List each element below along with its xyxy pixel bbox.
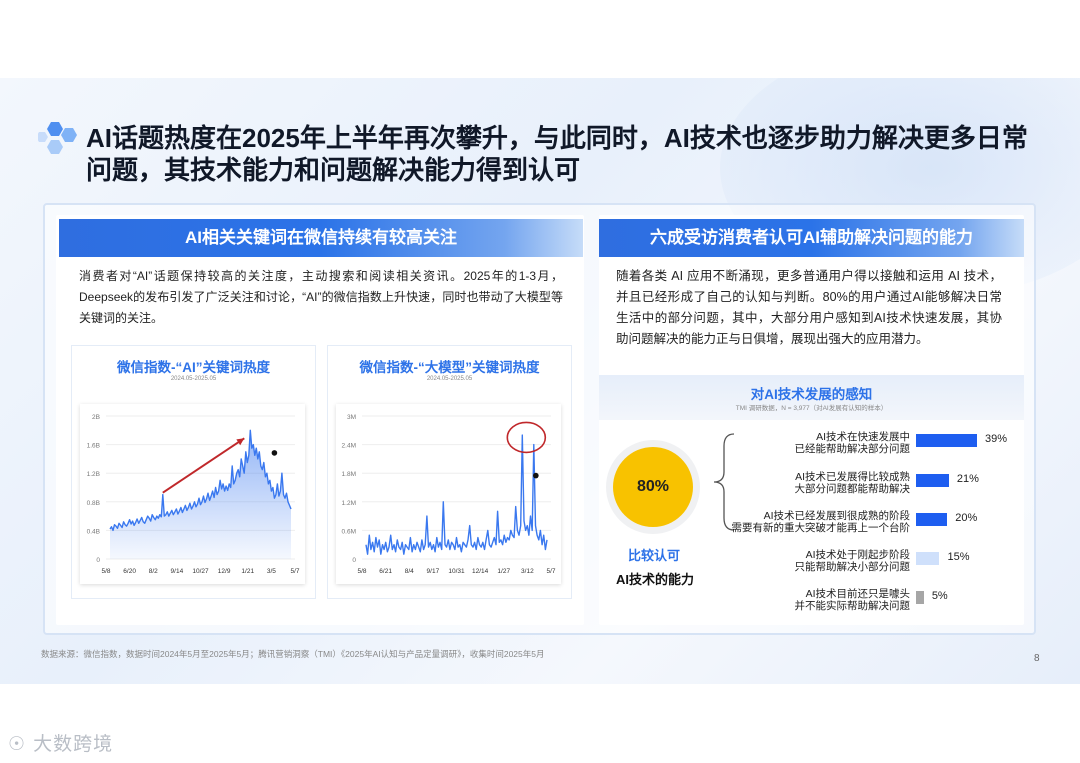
- bar-value-label: 5%: [931, 590, 948, 602]
- x-tick-label: 3/12: [521, 568, 534, 575]
- llm-index-chart-frame: 0 0.6M 1.2M 1.8M 2.4M 3M 5/8 6/21 8/4 9/17 10/31 12…: [336, 404, 561, 584]
- bar-value: [916, 434, 977, 447]
- y-tick-label: 0.8B: [87, 500, 100, 507]
- bar-category-label: AI技术已发展得比较成熟 大部分问题都能帮助解决: [794, 471, 911, 495]
- bar-category-label: AI技术处于刚起步阶段 只能帮助解决小部分问题: [794, 549, 911, 573]
- watermark-text: 大数跨境: [33, 734, 114, 755]
- x-tick-label: 3/5: [267, 568, 276, 575]
- ai-index-chart-frame: 0 0.4B 0.8B 1.2B 1.6B 2B 5/8 6/20 8/2 9/14 10/27 12…: [80, 404, 305, 584]
- x-tick-label: 8/4: [405, 568, 414, 575]
- x-tick-label: 5/8: [101, 568, 110, 575]
- bar-category-label: AI技术已经发展到很成熟的阶段 需要有新的重大突破才能再上一个台阶: [731, 510, 911, 534]
- approval-circle: 80%: [613, 447, 693, 527]
- right-panel-text: 随着各类 AI 应用不断涌现，更多普通用户得以接触和运用 AI 技术，并且已经形…: [616, 269, 1002, 346]
- llm-index-subtitle: 2024.05-2025.05: [426, 376, 473, 382]
- x-tick-label: 12/14: [472, 568, 489, 575]
- series-line: [365, 434, 548, 555]
- x-tick-label: 6/21: [379, 568, 392, 575]
- bar-value-label: 15%: [947, 551, 970, 563]
- series-area: [110, 430, 291, 559]
- y-tick-label: 0.4B: [87, 528, 100, 535]
- x-tick-label: 1/21: [241, 568, 254, 575]
- x-tick-label: 1/27: [497, 568, 510, 575]
- approval-label: 比较认可: [628, 548, 681, 563]
- bar-category-label: AI技术在快速发展中 已经能帮助解决部分问题: [794, 431, 911, 455]
- perception-title: 对AI技术发展的感知: [750, 387, 873, 402]
- hexagon-logo-icon: [38, 122, 77, 154]
- watermark: ☉ 大数跨境: [8, 729, 113, 756]
- perception-subtitle: TMI 调研数据，N = 3,977（对AI发展有认知的样本）: [735, 405, 888, 412]
- llm-index-title: 微信指数-“大模型”关键词热度: [359, 360, 540, 375]
- x-tick-label: 5/8: [357, 568, 366, 575]
- x-tick-label: 5/7: [546, 568, 555, 575]
- bar-value: [916, 474, 949, 487]
- x-tick-label: 10/27: [192, 568, 209, 575]
- y-tick-label: 1.8M: [342, 471, 356, 478]
- x-tick-label: 9/17: [427, 568, 440, 575]
- bar-value-label: 39%: [985, 433, 1008, 445]
- x-tick-label: 9/14: [171, 568, 184, 575]
- ai-index-subtitle: 2024.05-2025.05: [170, 376, 217, 382]
- y-tick-label: 0: [96, 557, 100, 564]
- marker-dot: [533, 472, 539, 479]
- y-tick-label: 2B: [92, 414, 100, 421]
- left-panel-text: 消费者对“AI”话题保持较高的关注度，主动搜索和阅读相关资讯。2025年的1-3…: [79, 269, 563, 325]
- y-tick-label: 1.2B: [87, 471, 100, 478]
- approval-sublabel: AI技术的能力: [616, 572, 695, 587]
- page-number: 8: [1034, 653, 1040, 664]
- y-tick-label: 0: [352, 557, 356, 564]
- x-tick-label: 6/20: [123, 568, 136, 575]
- y-tick-label: 1.2M: [342, 500, 356, 507]
- bar-value: [916, 591, 924, 604]
- llm-index-chart: 0 0.6M 1.2M 1.8M 2.4M 3M 5/8 6/21 8/4 9/17 10/31 12…: [342, 414, 556, 575]
- bar-category-label: AI技术目前还只是噱头 并不能实际帮助解决问题: [794, 588, 911, 612]
- y-tick-label: 3M: [347, 414, 356, 421]
- y-tick-label: 1.6B: [87, 443, 100, 450]
- y-tick-label: 0.6M: [342, 528, 356, 535]
- watermark-logo-icon: ☉: [8, 733, 34, 755]
- marker-dot: [271, 450, 278, 456]
- right-panel-header: 六成受访消费者认可AI辅助解决问题的能力: [599, 219, 1024, 257]
- perception-card-header: 对AI技术发展的感知 TMI 调研数据，N = 3,977（对AI发展有认知的样…: [599, 375, 1024, 420]
- x-tick-label: 8/2: [149, 568, 158, 575]
- footnote: 数据来源：微信指数，数据时间2024年5月至2025年5月；腾讯营销洞察（TMI…: [41, 649, 545, 659]
- y-tick-label: 2.4M: [342, 443, 356, 450]
- bar-value: [916, 552, 940, 565]
- bar-value-label: 21%: [956, 473, 979, 485]
- x-tick-label: 12/9: [218, 568, 231, 575]
- highlight-circle: [506, 421, 547, 454]
- ai-index-chart: 0 0.4B 0.8B 1.2B 1.6B 2B 5/8 6/20 8/2 9/14 10/27 12…: [87, 414, 300, 575]
- x-tick-label: 10/31: [448, 568, 465, 575]
- x-tick-label: 5/7: [290, 568, 299, 575]
- left-panel-header: AI相关关键词在微信持续有较高关注: [59, 219, 583, 257]
- bar-value: [916, 513, 948, 526]
- page-title: AI话题热度在2025年上半年再次攀升，与此同时，AI技术也逐步助力解决更多日常…: [86, 123, 1028, 185]
- bar-value-label: 20%: [955, 512, 978, 524]
- ai-index-title: 微信指数-“AI”关键词热度: [117, 360, 270, 375]
